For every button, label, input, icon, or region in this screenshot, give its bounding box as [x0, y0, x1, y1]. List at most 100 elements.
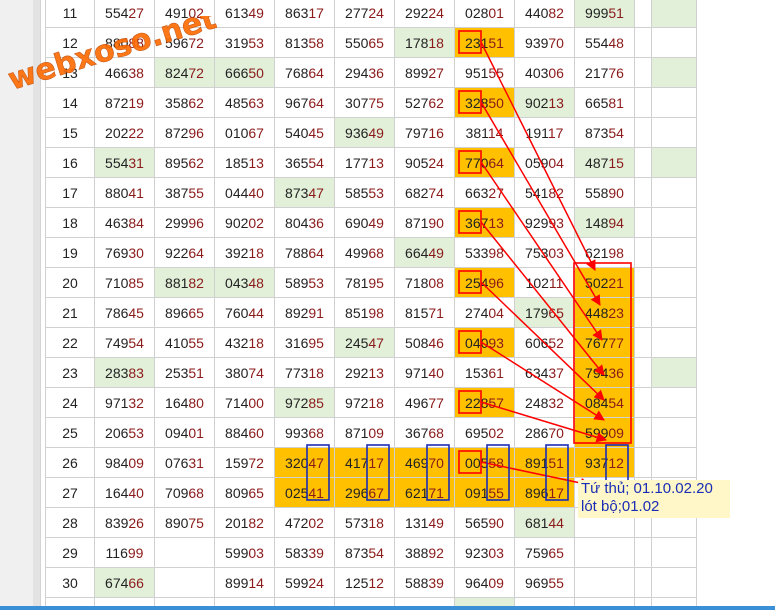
result-cell[interactable]: 69049	[334, 207, 395, 238]
result-cell[interactable]: 59909	[574, 417, 635, 448]
result-cell[interactable]: 85198	[334, 297, 395, 328]
result-cell[interactable]: 89075	[154, 507, 215, 538]
result-cell[interactable]: 32850	[454, 87, 515, 118]
result-cell[interactable]: 80965	[214, 477, 275, 508]
result-cell[interactable]: 44082	[514, 0, 575, 28]
result-cell[interactable]: 71085	[94, 267, 155, 298]
result-cell[interactable]: 41717	[334, 447, 395, 478]
result-cell[interactable]: 71400	[214, 387, 275, 418]
result-cell[interactable]: 62198	[574, 237, 635, 268]
result-cell[interactable]: 17713	[334, 147, 395, 178]
result-cell[interactable]: 97140	[394, 357, 455, 388]
result-cell[interactable]: 29996	[154, 207, 215, 238]
result-cell[interactable]: 87190	[394, 207, 455, 238]
result-cell[interactable]: 74954	[94, 327, 155, 358]
result-cell[interactable]: 54182	[514, 177, 575, 208]
result-cell[interactable]: 88460	[214, 417, 275, 448]
result-cell[interactable]: 17818	[394, 27, 455, 58]
result-cell[interactable]: 38074	[214, 357, 275, 388]
result-cell[interactable]: 89617	[514, 477, 575, 508]
result-cell[interactable]: 78645	[94, 297, 155, 328]
result-cell[interactable]: 25496	[454, 267, 515, 298]
result-cell[interactable]: 04093	[454, 327, 515, 358]
result-cell[interactable]: 30775	[334, 87, 395, 118]
result-cell[interactable]: 58839	[394, 567, 455, 598]
result-cell[interactable]: 32047	[274, 447, 335, 478]
result-cell[interactable]: 20182	[214, 507, 275, 538]
result-cell[interactable]: 97218	[334, 387, 395, 418]
result-cell[interactable]: 76864	[274, 57, 335, 88]
result-cell[interactable]: 22857	[454, 387, 515, 418]
result-cell[interactable]: 55431	[94, 147, 155, 178]
result-cell[interactable]: 29213	[334, 357, 395, 388]
result-cell[interactable]: 75965	[514, 537, 575, 568]
result-cell[interactable]: 16480	[154, 387, 215, 418]
result-cell[interactable]: 01067	[214, 117, 275, 148]
result-cell[interactable]: 78195	[334, 267, 395, 298]
result-cell[interactable]: 69502	[454, 417, 515, 448]
result-cell[interactable]: 59924	[274, 567, 335, 598]
result-cell[interactable]: 23151	[454, 27, 515, 58]
result-cell[interactable]: 77064	[454, 147, 515, 178]
result-cell[interactable]: 66327	[454, 177, 515, 208]
result-cell[interactable]: 81358	[274, 27, 335, 58]
result-cell[interactable]	[574, 567, 635, 598]
result-cell[interactable]: 52762	[394, 87, 455, 118]
result-cell[interactable]: 20653	[94, 417, 155, 448]
result-cell[interactable]: 88041	[94, 177, 155, 208]
result-cell[interactable]: 12512	[334, 567, 395, 598]
result-cell[interactable]: 49968	[334, 237, 395, 268]
result-cell[interactable]: 53398	[454, 237, 515, 268]
result-cell[interactable]: 27404	[454, 297, 515, 328]
result-cell[interactable]: 09155	[454, 477, 515, 508]
result-cell[interactable]: 43218	[214, 327, 275, 358]
result-cell[interactable]: 87354	[574, 117, 635, 148]
result-cell[interactable]: 81571	[394, 297, 455, 328]
result-cell[interactable]: 97285	[274, 387, 335, 418]
result-cell[interactable]: 99368	[274, 417, 335, 448]
result-cell[interactable]: 90524	[394, 147, 455, 178]
result-cell[interactable]: 02541	[274, 477, 335, 508]
result-cell[interactable]: 57318	[334, 507, 395, 538]
result-cell[interactable]: 63437	[514, 357, 575, 388]
result-cell[interactable]: 09401	[154, 417, 215, 448]
result-cell[interactable]: 55065	[334, 27, 395, 58]
result-cell[interactable]: 56590	[454, 507, 515, 538]
result-cell[interactable]: 25351	[154, 357, 215, 388]
result-cell[interactable]: 38755	[154, 177, 215, 208]
result-cell[interactable]: 36713	[454, 207, 515, 238]
result-cell[interactable]: 48715	[574, 147, 635, 178]
result-cell[interactable]: 67466	[94, 567, 155, 598]
result-cell[interactable]: 71808	[394, 267, 455, 298]
result-cell[interactable]: 49677	[394, 387, 455, 418]
result-cell[interactable]: 39218	[214, 237, 275, 268]
result-cell[interactable]: 46970	[394, 447, 455, 478]
result-cell[interactable]: 29224	[394, 0, 455, 28]
result-cell[interactable]: 17965	[514, 297, 575, 328]
result-cell[interactable]: 44823	[574, 297, 635, 328]
result-cell[interactable]: 97132	[94, 387, 155, 418]
result-cell[interactable]: 14894	[574, 207, 635, 238]
result-cell[interactable]: 36554	[274, 147, 335, 178]
result-cell[interactable]: 88182	[154, 267, 215, 298]
result-cell[interactable]: 79716	[394, 117, 455, 148]
result-cell[interactable]: 20222	[94, 117, 155, 148]
result-cell[interactable]: 24832	[514, 387, 575, 418]
result-cell[interactable]: 50221	[574, 267, 635, 298]
result-cell[interactable]: 89665	[154, 297, 215, 328]
result-cell[interactable]: 04440	[214, 177, 275, 208]
result-cell[interactable]: 19117	[514, 117, 575, 148]
result-cell[interactable]: 87347	[274, 177, 335, 208]
result-cell[interactable]: 89151	[514, 447, 575, 478]
result-cell[interactable]: 60652	[514, 327, 575, 358]
result-cell[interactable]: 05904	[514, 147, 575, 178]
result-cell[interactable]: 62171	[394, 477, 455, 508]
result-cell[interactable]: 96955	[514, 567, 575, 598]
result-cell[interactable]: 87296	[154, 117, 215, 148]
result-cell[interactable]: 77318	[274, 357, 335, 388]
result-cell[interactable]: 31695	[274, 327, 335, 358]
result-cell[interactable]: 16440	[94, 477, 155, 508]
result-cell[interactable]: 58339	[274, 537, 335, 568]
result-cell[interactable]	[154, 537, 215, 568]
result-cell[interactable]: 58553	[334, 177, 395, 208]
